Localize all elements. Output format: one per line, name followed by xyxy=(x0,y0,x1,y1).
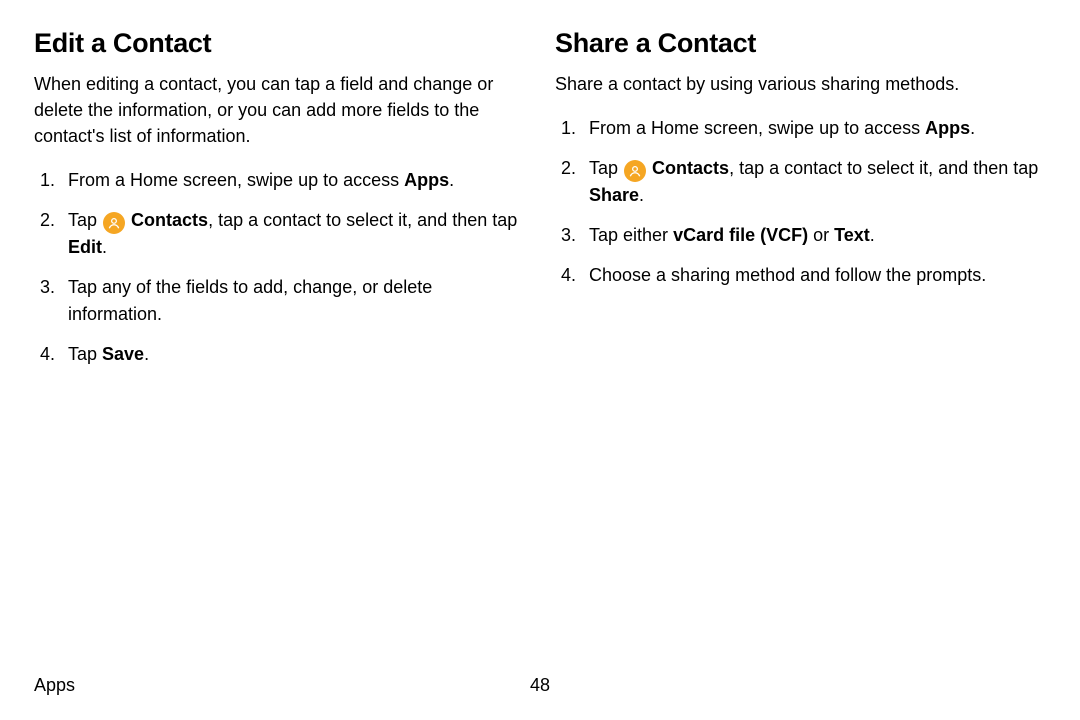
step-text: From a Home screen, swipe up to access xyxy=(589,118,925,138)
list-item: From a Home screen, swipe up to access A… xyxy=(581,115,1046,141)
step-bold: Text xyxy=(834,225,870,245)
step-text: . xyxy=(144,344,149,364)
edit-contact-heading: Edit a Contact xyxy=(34,28,525,59)
step-text: Tap either xyxy=(589,225,673,245)
step-text: or xyxy=(808,225,834,245)
footer-section: Apps xyxy=(34,675,75,696)
list-item: Tap Contacts, tap a contact to select it… xyxy=(60,207,525,260)
step-bold: Save xyxy=(102,344,144,364)
step-bold: vCard file (VCF) xyxy=(673,225,808,245)
list-item: Tap Save. xyxy=(60,341,525,367)
step-text: Tap xyxy=(68,344,102,364)
manual-page: Edit a Contact When editing a contact, y… xyxy=(0,0,1080,720)
step-text: , tap a contact to select it, and then t… xyxy=(208,210,517,230)
step-text: From a Home screen, swipe up to access xyxy=(68,170,404,190)
list-item: From a Home screen, swipe up to access A… xyxy=(60,167,525,193)
step-bold: Apps xyxy=(404,170,449,190)
contacts-icon xyxy=(624,160,646,182)
share-contact-steps: From a Home screen, swipe up to access A… xyxy=(555,115,1046,288)
step-bold: Contacts xyxy=(652,158,729,178)
list-item: Tap any of the fields to add, change, or… xyxy=(60,274,525,326)
step-bold: Share xyxy=(589,185,639,205)
left-column: Edit a Contact When editing a contact, y… xyxy=(34,28,525,675)
step-text: . xyxy=(870,225,875,245)
page-footer: Apps 48 xyxy=(34,675,1046,702)
right-column: Share a Contact Share a contact by using… xyxy=(555,28,1046,675)
edit-contact-steps: From a Home screen, swipe up to access A… xyxy=(34,167,525,366)
content-columns: Edit a Contact When editing a contact, y… xyxy=(34,28,1046,675)
contacts-icon xyxy=(103,212,125,234)
step-text: , tap a contact to select it, and then t… xyxy=(729,158,1038,178)
step-text: . xyxy=(102,237,107,257)
list-item: Choose a sharing method and follow the p… xyxy=(581,262,1046,288)
edit-contact-intro: When editing a contact, you can tap a fi… xyxy=(34,71,525,149)
step-text: . xyxy=(970,118,975,138)
step-text: Tap xyxy=(589,158,623,178)
step-bold: Apps xyxy=(925,118,970,138)
step-text: Tap xyxy=(68,210,102,230)
list-item: Tap Contacts, tap a contact to select it… xyxy=(581,155,1046,208)
share-contact-heading: Share a Contact xyxy=(555,28,1046,59)
step-text: . xyxy=(449,170,454,190)
page-number: 48 xyxy=(530,675,550,696)
share-contact-intro: Share a contact by using various sharing… xyxy=(555,71,1046,97)
list-item: Tap either vCard file (VCF) or Text. xyxy=(581,222,1046,248)
step-bold: Edit xyxy=(68,237,102,257)
step-bold: Contacts xyxy=(131,210,208,230)
step-text: . xyxy=(639,185,644,205)
